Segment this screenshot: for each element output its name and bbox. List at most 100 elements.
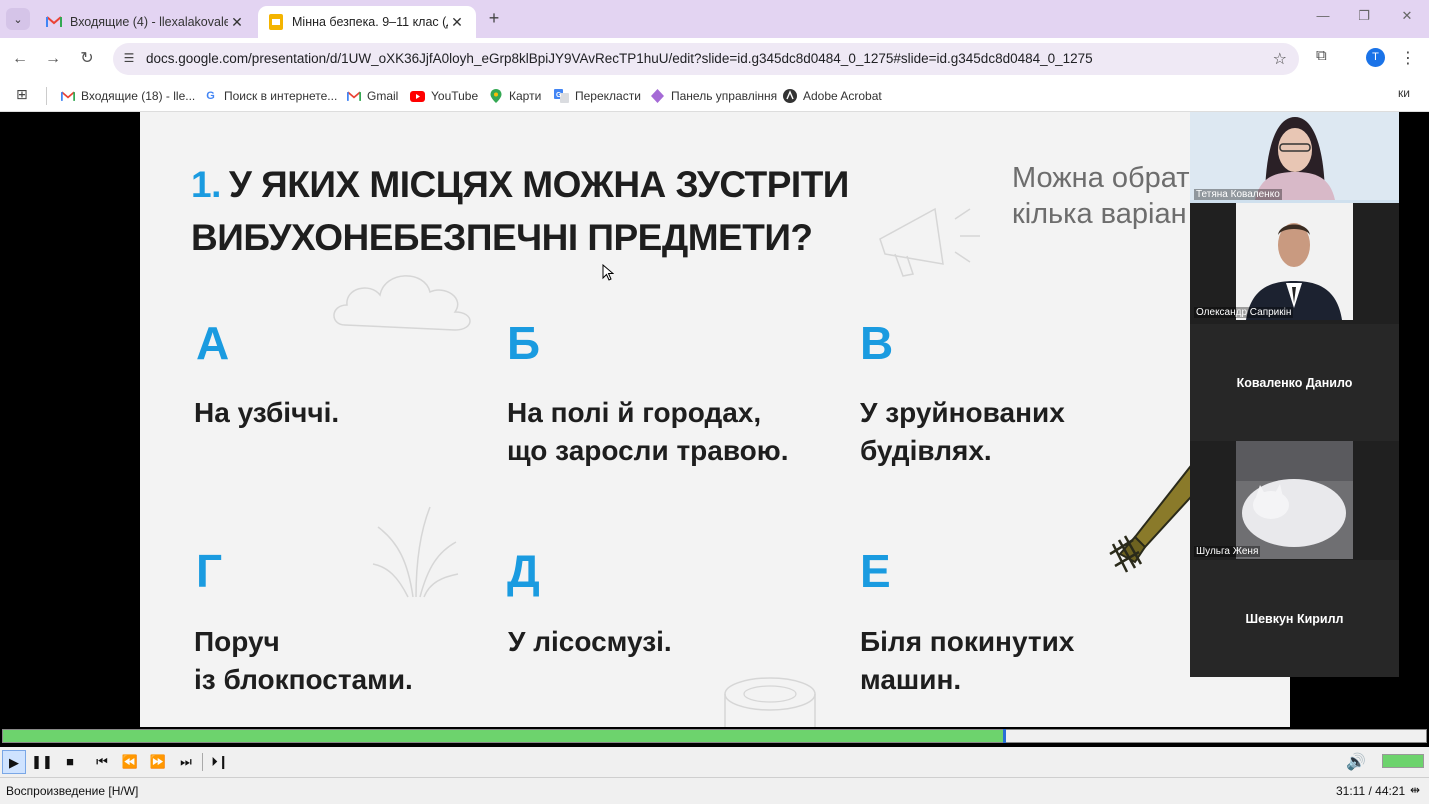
restore-icon[interactable]: ❐ [1352, 8, 1376, 28]
tab-search-chevron-icon[interactable]: ⌄ [6, 8, 30, 30]
bookmark-translate[interactable]: G Перекласти [554, 86, 641, 106]
option-text: На узбіччі. [194, 397, 340, 428]
option-text: Біля покинутих машин. [860, 626, 1075, 695]
pause-icon[interactable]: ❚❚ [30, 750, 54, 774]
slides-icon [268, 14, 284, 30]
question-number: 1. [191, 164, 221, 205]
bookmark-search[interactable]: G Поиск в интернете... [203, 86, 337, 106]
option-text: У лісосмузі. [508, 626, 672, 657]
player-controls: ▶ ❚❚ ■ ⏮ ⏪ ⏩ ⏭ ⏵❙ 🔊 [0, 747, 1429, 777]
maps-icon [488, 89, 503, 104]
previous-track-icon[interactable]: ⏮ [90, 750, 114, 774]
option-letter: Г [196, 545, 223, 597]
apps-grid-icon[interactable]: ⊞ [16, 86, 32, 102]
bookmark-star-icon[interactable]: ☆ [1273, 49, 1287, 69]
rewind-icon[interactable]: ⏪ [118, 750, 142, 774]
screen: ⌄ Входящие (4) - llexalakovalent ✕ Мінна… [0, 0, 1429, 804]
participant-tile[interactable]: Шульга Женя [1190, 441, 1399, 559]
option-text: У зруйнованих будівлях. [860, 397, 1065, 466]
participant-tile[interactable]: Олександр Саприкін [1190, 203, 1399, 320]
bookmark-label: Входящие (18) - lle... [81, 89, 196, 103]
bookmark-label: Adobe Acrobat [803, 89, 882, 103]
panel-icon [650, 89, 665, 104]
bookmark-label: Поиск в интернете... [224, 89, 338, 103]
option-letter: А [196, 317, 230, 369]
question-text: У ЯКИХ МІСЦЯХ МОЖНА ЗУСТРІТИ ВИБУХОНЕБЕЗ… [191, 164, 849, 258]
minimize-icon[interactable]: — [1311, 8, 1335, 28]
seek-bar[interactable] [0, 727, 1429, 747]
browser-tab-bar: ⌄ Входящие (4) - llexalakovalent ✕ Мінна… [0, 0, 1429, 38]
participant-tile[interactable]: Шевкун Кирилл [1190, 560, 1399, 677]
bookmark-maps[interactable]: Карти [488, 86, 541, 106]
bookmark-panel[interactable]: Панель управління [650, 86, 777, 106]
option-letter: Д [507, 545, 540, 597]
mouse-cursor-icon [602, 264, 614, 281]
fast-forward-icon[interactable]: ⏩ [146, 750, 170, 774]
resize-icon[interactable]: ⇹ [1410, 783, 1420, 797]
stop-icon[interactable]: ■ [58, 750, 82, 774]
controls-divider [202, 753, 203, 771]
bookmarks-bar: ⊞ Входящие (18) - lle... G Поиск в интер… [0, 80, 1429, 112]
stump-decoration-icon [724, 677, 816, 727]
menu-kebab-icon[interactable]: ⋮ [1400, 48, 1416, 68]
gmail-icon [46, 14, 62, 30]
bookmark-acrobat[interactable]: Adobe Acrobat [782, 86, 882, 106]
speaker-icon[interactable]: 🔊 [1346, 752, 1370, 772]
bookmark-gmail[interactable]: Gmail [346, 86, 398, 106]
bookmark-label: Перекласти [575, 89, 641, 103]
translate-icon: G [554, 89, 569, 104]
browser-toolbar: ← → ↻ ☰ docs.google.com/presentation/d/1… [0, 38, 1429, 80]
close-tab-icon[interactable]: ✕ [228, 14, 246, 31]
participant-name: Тетяна Коваленко [1194, 189, 1282, 200]
cloud-decoration-icon [333, 275, 471, 331]
video-feed [1190, 112, 1399, 200]
bookmarks-overflow[interactable]: ки [1398, 86, 1410, 100]
bookmark-youtube[interactable]: YouTube [410, 86, 478, 106]
option-letter: Е [860, 545, 891, 597]
playback-status: Воспроизведение [H/W] [6, 784, 139, 798]
acrobat-icon [782, 89, 797, 104]
play-icon[interactable]: ▶ [2, 750, 26, 774]
participant-name: Коваленко Данило [1236, 376, 1353, 390]
bookmark-label: Gmail [367, 89, 399, 103]
participant-tile[interactable]: Коваленко Данило [1190, 324, 1399, 442]
site-info-icon[interactable]: ☰ [121, 51, 137, 67]
google-icon: G [206, 90, 215, 102]
video-feed [1236, 441, 1353, 559]
seek-track[interactable] [2, 729, 1427, 743]
player-status-bar: Воспроизведение [H/W] 31:11 / 44:21 ⇹ [0, 777, 1429, 804]
tab-title: Входящие (4) - llexalakovalent [70, 15, 228, 29]
bookmarks-divider [46, 87, 47, 105]
tab-gmail[interactable]: Входящие (4) - llexalakovalent ✕ [36, 6, 256, 38]
slide: 1. У ЯКИХ МІСЦЯХ МОЖНА ЗУСТРІТИ ВИБУХОНЕБ… [140, 112, 1290, 727]
question-title: 1. У ЯКИХ МІСЦЯХ МОЖНА ЗУСТРІТИ ВИБУХОНЕБ… [191, 158, 911, 264]
participant-name: Шевкун Кирилл [1245, 612, 1344, 626]
bookmark-label: YouTube [431, 89, 479, 103]
close-tab-icon[interactable]: ✕ [448, 14, 466, 31]
frame-step-icon[interactable]: ⏵❙ [208, 750, 232, 774]
tab-slides[interactable]: Мінна безпека. 9–11 клас (До ✕ [258, 6, 476, 38]
next-track-icon[interactable]: ⏭ [174, 750, 198, 774]
mortar-shell-icon [1109, 465, 1200, 573]
participant-name: Шульга Женя [1194, 546, 1261, 557]
back-arrow-icon[interactable]: ← [8, 47, 32, 71]
video-feed [1236, 203, 1353, 320]
forward-arrow-icon[interactable]: → [41, 47, 65, 71]
profile-avatar[interactable]: T [1366, 48, 1385, 67]
extensions-icon[interactable]: ⧉ [1316, 47, 1336, 67]
url-text[interactable]: docs.google.com/presentation/d/1UW_oXK36… [146, 51, 1093, 66]
youtube-icon [410, 89, 425, 104]
seek-handle[interactable] [1003, 729, 1006, 743]
address-bar[interactable]: ☰ docs.google.com/presentation/d/1UW_oXK… [113, 43, 1299, 75]
option-letter: В [860, 317, 894, 369]
bookmark-label: Карти [509, 89, 542, 103]
playback-time: 31:11 / 44:21 [1336, 784, 1406, 798]
bookmark-inbox[interactable]: Входящие (18) - lle... [60, 86, 195, 106]
close-window-icon[interactable]: ✕ [1395, 8, 1419, 28]
grass-decoration-icon [372, 506, 459, 598]
option-text: На полі й городах, що заросли травою. [507, 397, 789, 466]
reload-icon[interactable]: ↻ [75, 47, 99, 71]
participant-list: Тетяна Коваленко Олександр Саприкін Кова… [1190, 112, 1399, 677]
new-tab-button[interactable]: + [484, 8, 504, 28]
volume-slider[interactable] [1382, 754, 1424, 768]
